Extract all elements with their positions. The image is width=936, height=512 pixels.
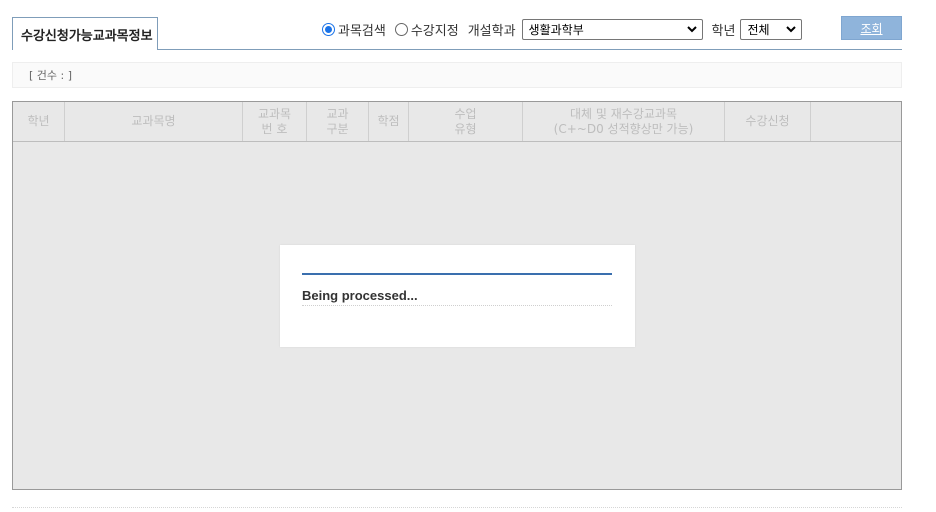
tab-course-info[interactable]: 수강신청가능교과목정보 <box>12 17 158 50</box>
header-text: 번 호 <box>261 121 288 136</box>
query-button[interactable]: 조회 <box>841 16 902 40</box>
header-text: 학점 <box>377 114 400 128</box>
table-header: 학년 교과목명 교과목 번 호 교과 구분 학점 수업 유형 대체 및 재수강교… <box>13 102 901 142</box>
header-course-number[interactable]: 교과목 번 호 <box>243 102 307 141</box>
header-grade[interactable]: 학년 <box>13 102 65 141</box>
header-extra <box>811 102 901 141</box>
dialog-divider <box>302 305 612 306</box>
department-label: 개설학과 <box>467 23 516 39</box>
tab-title: 수강신청가능교과목정보 <box>21 28 153 44</box>
progress-line <box>302 273 612 275</box>
radio-assigned-label: 수강지정 <box>410 23 459 39</box>
processing-message: Being processed... <box>302 288 418 303</box>
chevron-down-icon <box>786 26 797 33</box>
radio-assigned[interactable]: 수강지정 <box>394 20 459 39</box>
header-course-name[interactable]: 교과목명 <box>65 102 243 141</box>
header-text: (C+~D0 성적향상만 가능) <box>553 121 694 136</box>
header-text: 교과 <box>326 106 349 121</box>
radio-checked-icon <box>322 22 335 36</box>
header-enroll[interactable]: 수강신청 <box>725 102 811 141</box>
result-count: [ 건수 : ] <box>29 69 73 82</box>
header-text: 대체 및 재수강교과목 <box>570 106 677 121</box>
grade-label: 학년 <box>711 23 736 39</box>
header-text: 구분 <box>326 121 349 136</box>
header-class-type[interactable]: 수업 유형 <box>409 102 523 141</box>
header-text: 교과목 <box>257 106 292 121</box>
radio-course-search[interactable]: 과목검색 <box>322 20 386 39</box>
grade-value: 전체 <box>747 22 770 37</box>
grade-select[interactable]: 전체 <box>740 18 803 40</box>
header-credits[interactable]: 학점 <box>369 102 409 141</box>
bottom-divider <box>12 507 902 508</box>
department-value: 생활과학부 <box>528 22 584 37</box>
header-text: 유형 <box>454 121 477 136</box>
header-course-type[interactable]: 교과 구분 <box>307 102 369 141</box>
tab-divider <box>158 49 902 50</box>
header-text: 학년 <box>27 114 50 128</box>
chevron-down-icon <box>686 26 697 33</box>
radio-unchecked-icon <box>394 22 408 36</box>
header-text: 교과목명 <box>131 114 176 128</box>
search-controls: 과목검색 수강지정 개설학과 생활과학부 학년 전체 <box>322 16 803 42</box>
department-select[interactable]: 생활과학부 <box>521 18 703 40</box>
header-substitute-course[interactable]: 대체 및 재수강교과목 (C+~D0 성적향상만 가능) <box>523 102 725 141</box>
header-text: 수업 <box>454 106 477 121</box>
header-text: 수강신청 <box>745 114 790 128</box>
radio-course-search-label: 과목검색 <box>338 23 386 39</box>
result-count-bar: [ 건수 : ] <box>12 62 902 88</box>
processing-dialog: Being processed... <box>280 245 635 347</box>
